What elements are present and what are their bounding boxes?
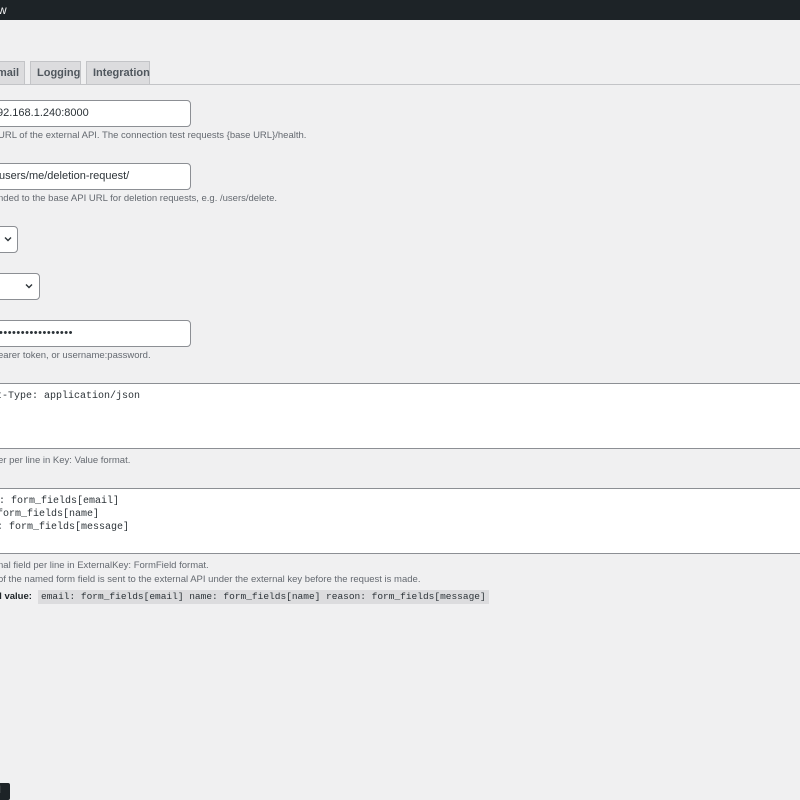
deletion-endpoint-description: nded to the base API URL for deletion re… bbox=[0, 193, 278, 204]
chevron-down-icon bbox=[4, 237, 12, 242]
deletion-endpoint-input[interactable]: users/me/deletion-request/ bbox=[0, 163, 191, 190]
field-map-textarea[interactable]: : form_fields[email] form_fields[name] :… bbox=[0, 488, 800, 554]
headers-description: er per line in Key: Value format. bbox=[0, 455, 131, 466]
corner-badge[interactable]: l bbox=[0, 783, 10, 800]
base-url-input[interactable]: 92.168.1.240:8000 bbox=[0, 100, 191, 127]
top-bar-title[interactable]: w bbox=[0, 2, 7, 18]
headers-textarea[interactable]: t-Type: application/json bbox=[0, 383, 800, 449]
tabs-divider bbox=[0, 84, 800, 85]
headers-line: t-Type: application/json bbox=[0, 391, 141, 402]
expected-value-code: email: form_fields[email] name: form_fie… bbox=[38, 590, 489, 604]
auth-type-select[interactable] bbox=[0, 273, 40, 300]
field-map-line: form_fields[name] bbox=[0, 509, 100, 520]
corner-badge-label: l bbox=[0, 785, 1, 797]
credentials-value: ••••••••••••••••• bbox=[0, 327, 73, 339]
credentials-input[interactable]: ••••••••••••••••• bbox=[0, 320, 191, 347]
tab-integration[interactable]: Integration bbox=[86, 61, 150, 84]
field-map-description: nal field per line in ExternalKey: FormF… bbox=[0, 560, 209, 571]
base-url-value: 92.168.1.240:8000 bbox=[0, 107, 89, 119]
base-url-description: URL of the external API. The connection … bbox=[0, 130, 307, 141]
deletion-endpoint-value: users/me/deletion-request/ bbox=[0, 170, 130, 182]
tab-logging[interactable]: Logging bbox=[30, 61, 81, 84]
field-map-help: of the named form field is sent to the e… bbox=[0, 574, 421, 585]
admin-top-bar: w bbox=[0, 0, 800, 20]
credentials-description: earer token, or username:password. bbox=[0, 350, 151, 361]
field-map-line: : form_fields[message] bbox=[0, 522, 130, 533]
method-select[interactable] bbox=[0, 226, 18, 253]
field-map-line: : form_fields[email] bbox=[0, 496, 120, 507]
chevron-down-icon bbox=[25, 284, 33, 289]
expected-value-label: d value: bbox=[0, 591, 32, 602]
tab-email[interactable]: mail bbox=[0, 61, 25, 84]
